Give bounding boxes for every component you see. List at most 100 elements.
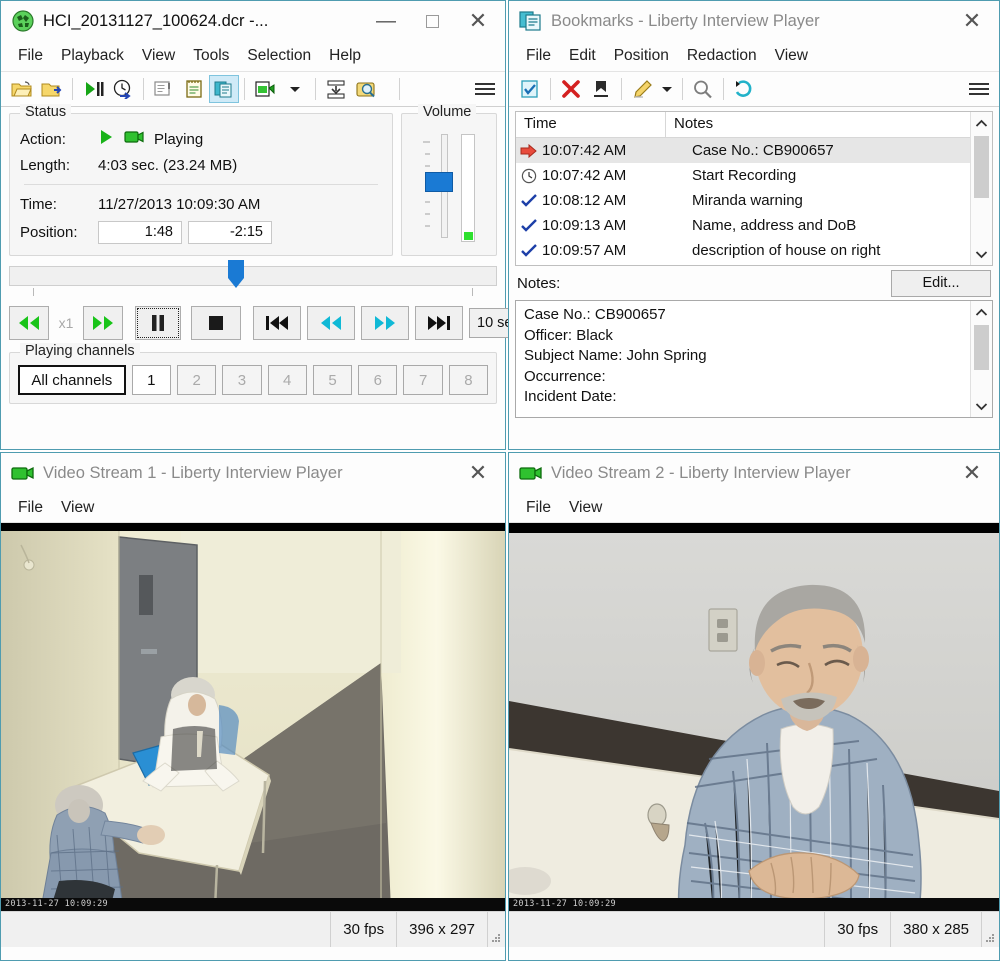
export-audio-icon[interactable] [321, 75, 351, 103]
properties-icon[interactable] [149, 75, 179, 103]
video-export-icon[interactable] [250, 75, 280, 103]
menu-help[interactable]: Help [320, 45, 370, 67]
menu-view[interactable]: View [133, 45, 184, 67]
step-back-button[interactable] [307, 306, 355, 340]
menu-position[interactable]: Position [605, 45, 678, 67]
notes-scrollbar[interactable] [970, 301, 992, 417]
player-titlebar[interactable]: HCI_20131127_100624.dcr -... — ✕ [1, 1, 505, 41]
forward-speed-button[interactable] [83, 306, 123, 340]
delete-bookmark-icon[interactable] [556, 75, 586, 103]
menu-view[interactable]: View [52, 497, 103, 519]
refresh-icon[interactable] [729, 75, 759, 103]
position-elapsed-field[interactable]: 1:48 [98, 220, 182, 244]
menu-view[interactable]: View [766, 45, 817, 67]
skip-to-end-button[interactable] [415, 306, 463, 340]
close-button[interactable]: ✕ [949, 457, 995, 489]
menu-playback[interactable]: Playback [52, 45, 133, 67]
player-toolbar [1, 71, 505, 107]
position-remaining-field[interactable]: -2:15 [188, 220, 272, 244]
close-button[interactable]: ✕ [455, 457, 501, 489]
toolbar-separator [244, 78, 245, 100]
column-header-notes[interactable]: Notes [666, 112, 970, 137]
hamburger-menu-icon[interactable] [471, 76, 499, 102]
notes-textarea[interactable]: Case No.: CB900657 Officer: Black Subjec… [515, 300, 993, 418]
bookmarks-titlebar[interactable]: Bookmarks - Liberty Interview Player ✕ [509, 1, 999, 41]
maximize-button[interactable] [409, 5, 455, 37]
step-forward-button[interactable] [361, 306, 409, 340]
menu-selection[interactable]: Selection [238, 45, 320, 67]
new-bookmark-icon[interactable] [515, 75, 545, 103]
table-row[interactable]: 10:07:42 AM Start Recording [516, 163, 970, 188]
menu-view[interactable]: View [560, 497, 611, 519]
timeline-track[interactable] [9, 266, 497, 286]
toolbar-separator [399, 78, 400, 100]
hamburger-menu-icon[interactable] [965, 76, 993, 102]
scrollbar-thumb[interactable] [974, 325, 989, 370]
menu-tools[interactable]: Tools [184, 45, 238, 67]
channel-3-button[interactable]: 3 [222, 365, 262, 395]
video1-titlebar[interactable]: Video Stream 1 - Liberty Interview Playe… [1, 453, 505, 493]
bookmarks-scrollbar[interactable] [970, 112, 992, 265]
channel-2-button[interactable]: 2 [176, 365, 217, 395]
open-export-icon[interactable] [37, 75, 67, 103]
menu-file[interactable]: File [9, 45, 52, 67]
menu-edit[interactable]: Edit [560, 45, 605, 67]
close-button[interactable]: ✕ [455, 5, 501, 37]
close-button[interactable]: ✕ [949, 5, 995, 37]
video2-canvas[interactable]: 2013-11-27 10:09:29 [509, 523, 999, 911]
pause-button[interactable] [135, 306, 181, 340]
play-pause-icon[interactable] [78, 75, 108, 103]
bookmarks-list[interactable]: Time Notes 10:07:42 AM Case No.: CB90065… [515, 111, 993, 266]
resize-grip-icon[interactable] [981, 912, 999, 947]
resize-grip-icon[interactable] [487, 912, 505, 947]
channel-6-button[interactable]: 6 [358, 365, 398, 395]
video2-resolution: 380 x 285 [890, 912, 981, 947]
menu-file[interactable]: File [9, 497, 52, 519]
scroll-down-button[interactable] [975, 395, 988, 417]
position-label: Position: [20, 223, 78, 241]
video2-window-buttons: ✕ [949, 457, 995, 489]
video1-title: Video Stream 1 - Liberty Interview Playe… [43, 463, 343, 482]
stop-button[interactable] [191, 306, 241, 340]
dropdown-arrow-icon[interactable] [657, 75, 677, 103]
scroll-down-button[interactable] [975, 243, 988, 265]
edit-notes-button[interactable]: Edit... [891, 269, 991, 297]
preview-search-icon[interactable] [351, 75, 381, 103]
channel-5-button[interactable]: 5 [312, 365, 353, 395]
search-icon[interactable] [688, 75, 718, 103]
video1-canvas[interactable]: 2013-11-27 10:09:29 [1, 523, 505, 911]
table-row[interactable]: 10:07:42 AM Case No.: CB900657 [516, 138, 970, 163]
table-row[interactable]: 10:09:57 AM description of house on righ… [516, 238, 970, 263]
channel-1-button[interactable]: 1 [131, 365, 171, 395]
table-row[interactable]: 10:09:13 AM Name, address and DoB [516, 213, 970, 238]
table-row[interactable]: 10:08:12 AM Miranda warning [516, 188, 970, 213]
video2-titlebar[interactable]: Video Stream 2 - Liberty Interview Playe… [509, 453, 999, 493]
length-row: Length: 4:03 sec. (23.24 MB) [20, 152, 382, 178]
channel-8-button[interactable]: 8 [448, 365, 489, 395]
highlight-icon[interactable] [627, 75, 657, 103]
dropdown-arrow-icon[interactable] [280, 75, 310, 103]
column-header-time[interactable]: Time [516, 112, 666, 137]
open-file-icon[interactable] [7, 75, 37, 103]
menu-file[interactable]: File [517, 45, 560, 67]
skip-to-start-button[interactable] [253, 306, 301, 340]
scroll-up-button[interactable] [975, 301, 988, 323]
go-to-time-icon[interactable] [108, 75, 138, 103]
notes-line: Subject Name: John Spring [524, 347, 707, 364]
bookmarks-icon[interactable] [209, 75, 239, 103]
insert-bookmark-icon[interactable] [586, 75, 616, 103]
notes-icon[interactable] [179, 75, 209, 103]
volume-thumb[interactable] [425, 172, 453, 192]
playing-channels-group: Playing channels All channels 1 2 3 4 5 … [9, 343, 497, 404]
timeline[interactable] [9, 260, 497, 298]
menu-redaction[interactable]: Redaction [678, 45, 766, 67]
minimize-button[interactable]: — [363, 5, 409, 37]
menu-file[interactable]: File [517, 497, 560, 519]
scroll-up-button[interactable] [975, 112, 988, 134]
volume-slider[interactable] [421, 130, 455, 244]
scrollbar-thumb[interactable] [974, 136, 989, 198]
channel-7-button[interactable]: 7 [403, 365, 443, 395]
channel-4-button[interactable]: 4 [267, 365, 307, 395]
rewind-speed-button[interactable] [9, 306, 49, 340]
channel-all-button[interactable]: All channels [18, 365, 126, 395]
